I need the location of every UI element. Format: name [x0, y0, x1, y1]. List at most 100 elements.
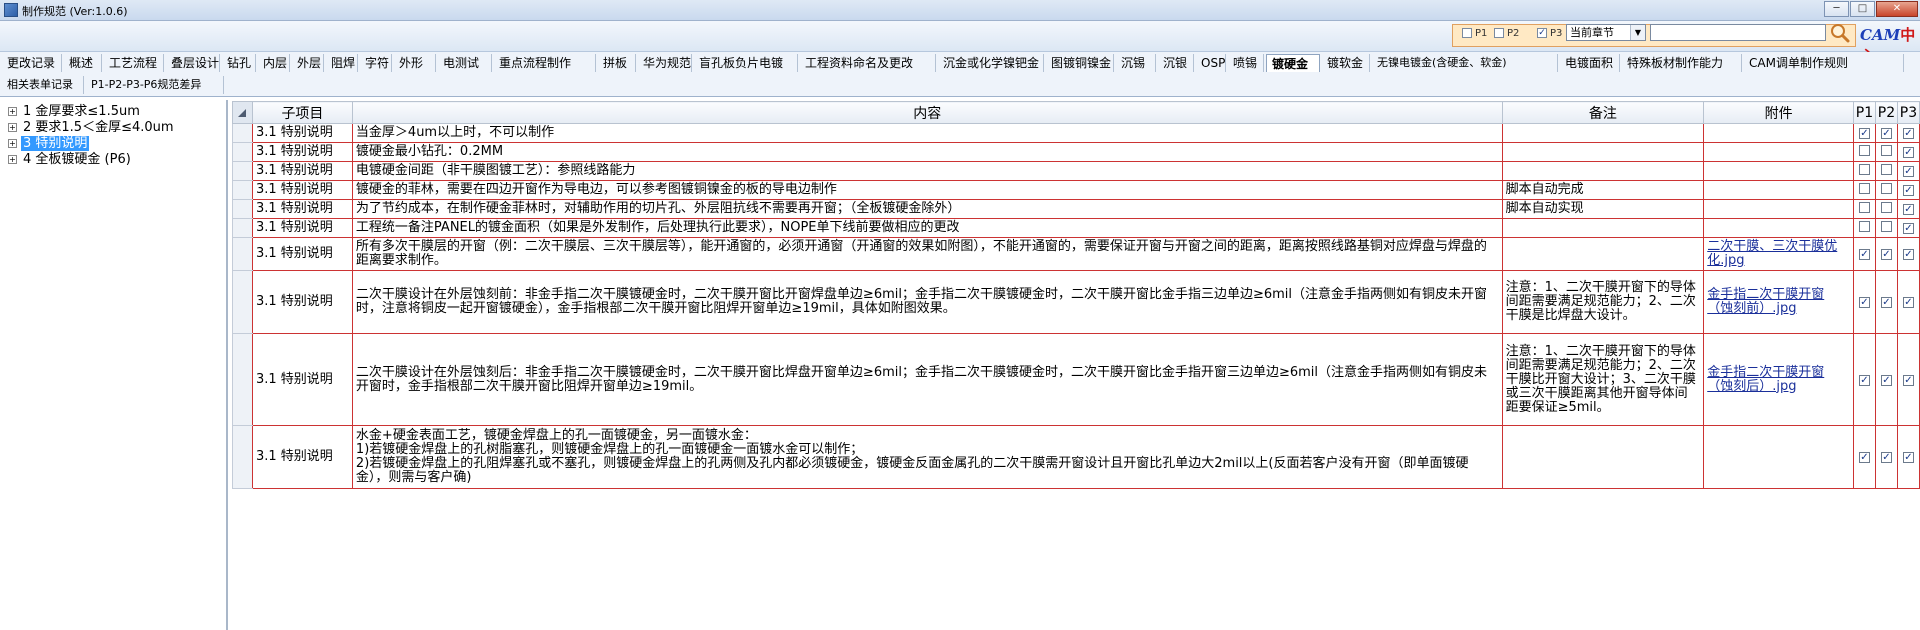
- checkbox-icon[interactable]: [1880, 163, 1892, 175]
- search-input[interactable]: [1650, 24, 1826, 41]
- attachment-cell[interactable]: [1703, 142, 1854, 162]
- row-header[interactable]: [232, 237, 253, 271]
- tab-17[interactable]: 沉金或化学镍钯金: [938, 54, 1044, 72]
- checkbox-icon[interactable]: [1880, 128, 1892, 139]
- checkbox-icon[interactable]: [1880, 201, 1892, 213]
- checkbox-icon[interactable]: [1858, 201, 1870, 213]
- attachment-cell[interactable]: [1703, 199, 1854, 219]
- tree-node[interactable]: +2 要求1.5＜金厚≤4.0um: [8, 120, 176, 136]
- tab-7[interactable]: 外层: [292, 54, 324, 72]
- tab-14[interactable]: 华为规范: [638, 54, 692, 72]
- table-row[interactable]: 3.1 特别说明 为了节约成本，在制作硬金菲林时，对辅助作用的切片孔、外层阻抗线不…: [232, 199, 1920, 219]
- checkbox-icon[interactable]: [1858, 249, 1870, 260]
- tab-11[interactable]: 电测试: [438, 54, 492, 72]
- maximize-button[interactable]: □: [1850, 1, 1875, 17]
- p2-checkbox[interactable]: P2: [1494, 26, 1519, 40]
- checkbox-icon[interactable]: [1858, 297, 1870, 308]
- table-row[interactable]: 3.1 特别说明 镀硬金最小钻孔：0.2MM: [232, 142, 1920, 162]
- checkbox-icon[interactable]: [1858, 128, 1870, 139]
- tab-18[interactable]: 图镀铜镍金: [1046, 54, 1114, 72]
- tab-6[interactable]: 内层: [258, 54, 290, 72]
- checkbox-icon[interactable]: [1902, 297, 1914, 308]
- column-header-p3[interactable]: P3: [1896, 101, 1920, 124]
- checkbox-icon[interactable]: [1858, 144, 1870, 156]
- tab-21[interactable]: OSP: [1196, 54, 1226, 72]
- column-header-p2[interactable]: P2: [1874, 101, 1898, 124]
- table-row[interactable]: 3.1 特别说明 镀硬金的菲林，需要在四边开窗作为导电边，可以参考图镀铜镍金的板的…: [232, 180, 1920, 200]
- expand-icon[interactable]: +: [8, 139, 17, 148]
- tab-22[interactable]: 喷锡: [1228, 54, 1264, 72]
- tab-19[interactable]: 沉锡: [1116, 54, 1156, 72]
- tree-node[interactable]: +3 特别说明: [8, 136, 90, 152]
- tab-9[interactable]: 字符: [360, 54, 392, 72]
- tab-10[interactable]: 外形: [394, 54, 436, 72]
- table-row[interactable]: 3.1 特别说明 所有多次干膜层的开窗（例：二次干膜层、三次干膜层等），能开通窗的…: [232, 237, 1920, 271]
- attachment-cell[interactable]: 金手指二次干膜开窗（蚀刻前）.jpg: [1703, 270, 1854, 334]
- checkbox-icon[interactable]: [1902, 166, 1914, 177]
- tab-row2-2[interactable]: P1-P2-P3-P6规范差异: [86, 76, 224, 94]
- table-row[interactable]: 3.1 特别说明 电镀硬金间距（非干膜图镀工艺）：参照线路能力: [232, 161, 1920, 181]
- checkbox-icon[interactable]: [1880, 249, 1892, 260]
- tree-node[interactable]: +4 全板镀硬金 (P6): [8, 152, 133, 168]
- tab-2[interactable]: 概述: [64, 54, 102, 72]
- checkbox-icon[interactable]: [1858, 163, 1870, 175]
- checkbox-icon[interactable]: [1858, 452, 1870, 463]
- row-header[interactable]: [232, 123, 253, 143]
- tab-4[interactable]: 叠层设计: [166, 54, 220, 72]
- tab-15[interactable]: 盲孔板负片电镀: [694, 54, 798, 72]
- tab-12[interactable]: 重点流程制作: [494, 54, 596, 72]
- checkbox-icon[interactable]: [1902, 223, 1914, 234]
- checkbox-icon[interactable]: [1902, 128, 1914, 139]
- table-row[interactable]: 3.1 特别说明 二次干膜设计在外层蚀刻前：非金手指二次干膜镀硬金时，二次干膜开窗…: [232, 270, 1920, 334]
- row-header[interactable]: [232, 142, 253, 162]
- row-header[interactable]: [232, 218, 253, 238]
- row-header[interactable]: [232, 161, 253, 181]
- column-header-sub[interactable]: 子项目: [251, 101, 353, 124]
- tab-13[interactable]: 拼板: [598, 54, 636, 72]
- tab-27[interactable]: 特殊板材制作能力: [1622, 54, 1742, 72]
- tab-26[interactable]: 电镀面积: [1560, 54, 1620, 72]
- tab-28[interactable]: CAM调单制作规则: [1744, 54, 1904, 72]
- checkbox-icon[interactable]: [1902, 374, 1914, 386]
- table-row[interactable]: 3.1 特别说明 当金厚＞4um以上时，不可以制作: [232, 123, 1920, 143]
- scope-select[interactable]: 当前章节 ▼: [1566, 24, 1646, 41]
- minimize-button[interactable]: ─: [1824, 1, 1849, 17]
- checkbox-icon[interactable]: [1902, 185, 1914, 196]
- expand-icon[interactable]: +: [8, 107, 17, 116]
- tab-5[interactable]: 钻孔: [222, 54, 256, 72]
- table-row[interactable]: 3.1 特别说明 水金+硬金表面工艺，镀硬金焊盘上的孔一面镀硬金，另一面镀水金： …: [232, 425, 1920, 489]
- attachment-cell[interactable]: [1703, 161, 1854, 181]
- checkbox-icon[interactable]: [1880, 297, 1892, 308]
- attachment-cell[interactable]: [1703, 123, 1854, 143]
- tab-24[interactable]: 镀软金: [1322, 54, 1370, 72]
- expand-icon[interactable]: +: [8, 123, 17, 132]
- grid-corner[interactable]: [232, 101, 253, 124]
- checkbox-icon[interactable]: [1880, 220, 1892, 232]
- tab-row2-1[interactable]: 相关表单记录: [2, 76, 84, 94]
- checkbox-icon[interactable]: [1858, 220, 1870, 232]
- tab-3[interactable]: 工艺流程: [104, 54, 164, 72]
- checkbox-icon[interactable]: [1858, 182, 1870, 194]
- attachment-cell[interactable]: [1703, 180, 1854, 200]
- tab-8[interactable]: 阻焊: [326, 54, 358, 72]
- table-row[interactable]: 3.1 特别说明 工程统一备注PANEL的镀金面积（如果是外发制作，后处理执行此要…: [232, 218, 1920, 238]
- tab-16[interactable]: 工程资料命名及更改: [800, 54, 936, 72]
- tab-20[interactable]: 沉银: [1158, 54, 1194, 72]
- tab-1[interactable]: 更改记录: [2, 54, 62, 72]
- row-header[interactable]: [232, 333, 253, 426]
- checkbox-icon[interactable]: [1880, 452, 1892, 463]
- column-header-content[interactable]: 内容: [351, 101, 1503, 124]
- checkbox-icon[interactable]: [1902, 452, 1914, 463]
- checkbox-icon[interactable]: [1880, 182, 1892, 194]
- checkbox-icon[interactable]: [1902, 147, 1914, 158]
- row-header[interactable]: [232, 180, 253, 200]
- checkbox-icon[interactable]: [1880, 144, 1892, 156]
- row-header[interactable]: [232, 199, 253, 219]
- p3-checkbox[interactable]: ✓ P3: [1537, 26, 1562, 40]
- expand-icon[interactable]: +: [8, 155, 17, 164]
- tab-23[interactable]: 镀硬金: [1266, 54, 1320, 72]
- column-header-note[interactable]: 备注: [1501, 101, 1705, 124]
- attachment-cell[interactable]: 二次干膜、三次干膜优化.jpg: [1703, 237, 1854, 271]
- column-header-attach[interactable]: 附件: [1703, 101, 1854, 124]
- attachment-cell[interactable]: 金手指二次干膜开窗（蚀刻后）.jpg: [1703, 333, 1854, 426]
